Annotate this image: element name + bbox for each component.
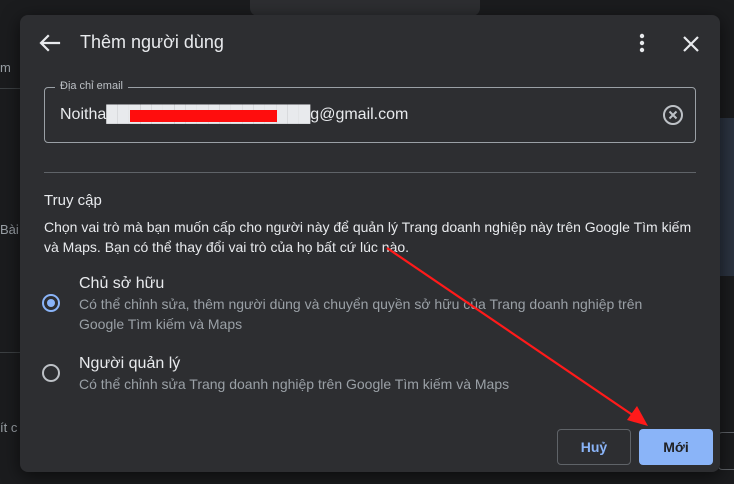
background-divider — [0, 88, 20, 89]
more-options-button[interactable] — [632, 31, 652, 55]
option-manager-description: Có thể chỉnh sửa Trang doanh nghiệp trên… — [79, 376, 510, 392]
dialog-title: Thêm người dùng — [80, 32, 224, 52]
cancel-button[interactable]: Huỷ — [557, 429, 631, 465]
clear-circle-icon — [663, 105, 683, 125]
background-divider — [0, 352, 20, 353]
close-icon — [683, 36, 699, 52]
add-user-dialog: Thêm người dùng Địa chỉ email Noitha████… — [20, 15, 720, 472]
close-button[interactable] — [680, 33, 702, 55]
radio-owner[interactable] — [42, 294, 60, 312]
option-owner-title[interactable]: Chủ sở hữu — [79, 275, 164, 293]
clear-email-button[interactable] — [662, 104, 684, 126]
redaction-mark — [130, 110, 277, 122]
back-button[interactable] — [37, 33, 61, 53]
new-button[interactable]: Mới — [639, 429, 713, 465]
access-section-title: Truy cập — [44, 192, 102, 209]
section-divider — [44, 172, 696, 173]
option-owner-description: Có thể chỉnh sửa, thêm người dùng và chu… — [79, 296, 643, 332]
background-search-bar — [250, 0, 480, 16]
background-text-fragment: m — [0, 60, 11, 75]
email-field-label: Địa chỉ email — [55, 80, 128, 92]
access-section-description: Chọn vai trò mà bạn muốn cấp cho người n… — [44, 219, 692, 255]
more-vert-icon — [639, 33, 645, 53]
option-manager-title[interactable]: Người quản lý — [79, 355, 180, 373]
background-button — [718, 432, 734, 470]
back-arrow-icon — [39, 34, 61, 52]
background-text-fragment: ít c — [0, 420, 18, 435]
radio-manager[interactable] — [42, 364, 60, 382]
email-field[interactable]: Địa chỉ email Noitha██████████████████g@… — [44, 80, 696, 143]
